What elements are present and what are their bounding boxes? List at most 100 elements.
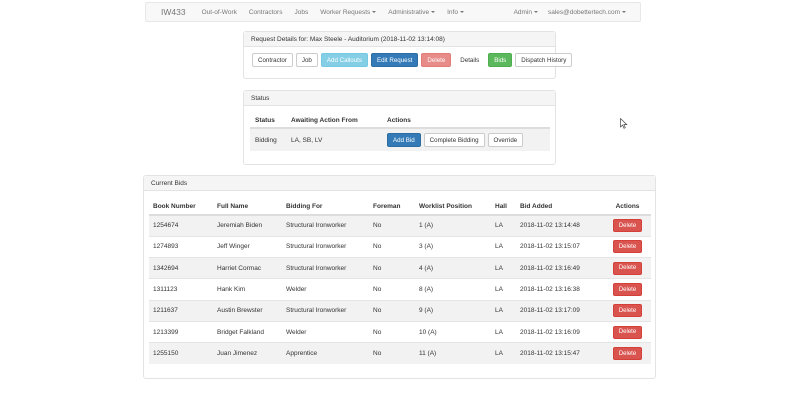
bid-added-cell: 2018-11-02 13:15:07 (516, 235, 604, 258)
status-table: Status Awaiting Action From Actions Bidd… (250, 113, 550, 151)
actions-cell: Delete (604, 342, 651, 365)
actions-cell: Delete (604, 257, 651, 279)
status-header-row: Status Awaiting Action From Actions (250, 113, 550, 129)
worklist-position-cell: 9 (A) (415, 299, 491, 322)
bidding-for-col-header: Bidding For (282, 198, 369, 216)
full-name-cell: Austin Brewster (213, 299, 282, 322)
bids-body: 1254674 Jeremiah Biden Structural Ironwo… (149, 214, 651, 365)
full-name-col-header: Full Name (213, 198, 282, 216)
bid-added-cell: 2018-11-02 13:16:09 (516, 320, 604, 343)
hall-col-header: Hall (491, 198, 516, 216)
book-number-cell: 1211637 (149, 299, 213, 322)
nav-admin-dropdown[interactable]: Admin (514, 9, 538, 16)
delete-bid-button[interactable]: Delete (612, 304, 643, 318)
full-name-cell: Hank Kim (213, 278, 282, 301)
job-button[interactable]: Job (295, 53, 318, 67)
full-name-cell: Juan Jimenez (213, 342, 282, 365)
worklist-position-cell: 8 (A) (415, 278, 491, 301)
status-panel: Status Status Awaiting Action From Actio… (243, 90, 556, 165)
table-row: 1311123 Hank Kim Welder No 8 (A) LA 2018… (149, 278, 651, 301)
foreman-cell: No (369, 299, 415, 322)
foreman-cell: No (369, 320, 415, 343)
book-number-cell: 1254674 (149, 214, 213, 237)
actions-cell: Delete (604, 278, 651, 301)
delete-bid-button[interactable]: Delete (612, 325, 643, 339)
dispatch-history-button[interactable]: Dispatch History (515, 53, 573, 67)
foreman-cell: No (369, 342, 415, 365)
status-col-header: Status (250, 113, 286, 129)
contractor-button[interactable]: Contractor (252, 53, 293, 67)
current-bids-heading: Current Bids (144, 176, 655, 191)
foreman-cell: No (369, 235, 415, 258)
bidding-for-cell: Structural Ironworker (282, 257, 369, 279)
bidding-for-cell: Welder (282, 278, 369, 301)
bids-button[interactable]: Bids (488, 53, 513, 67)
actions-cell: Delete (604, 214, 651, 237)
book-number-col-header: Book Number (149, 198, 213, 216)
bid-added-cell: 2018-11-02 13:14:48 (516, 214, 604, 237)
delete-request-button[interactable]: Delete (421, 53, 452, 67)
worklist-position-cell: 4 (A) (415, 257, 491, 279)
nav-contractors[interactable]: Contractors (249, 9, 283, 16)
status-value: Bidding (250, 128, 286, 151)
nav-out-of-work[interactable]: Out-of-Work (202, 9, 237, 16)
delete-bid-button[interactable]: Delete (612, 283, 643, 297)
caret-down-icon (431, 10, 436, 13)
worklist-position-cell: 10 (A) (415, 320, 491, 343)
caret-down-icon (622, 10, 626, 13)
current-bids-panel: Current Bids Book Number Full Name Biddi… (143, 175, 656, 379)
bidding-for-cell: Welder (282, 320, 369, 343)
hall-cell: LA (491, 342, 516, 365)
hall-cell: LA (491, 278, 516, 301)
details-button[interactable]: Details (454, 53, 485, 67)
override-button[interactable]: Override (487, 133, 524, 147)
add-callouts-button[interactable]: Add Callouts (320, 53, 368, 67)
nav-worker-requests-dropdown[interactable]: Worker Requests (320, 8, 377, 16)
nav-worker-requests-label: Worker Requests (320, 8, 371, 16)
bidding-for-cell: Apprentice (282, 342, 369, 365)
bid-added-cell: 2018-11-02 13:15:47 (516, 342, 604, 365)
request-button-group: Contractor Job Add Callouts Edit Request… (244, 47, 573, 67)
bids-table: Book Number Full Name Bidding For Forema… (149, 198, 651, 365)
delete-bid-button[interactable]: Delete (612, 347, 643, 361)
table-row: 1255150 Juan Jimenez Apprentice No 11 (A… (149, 342, 651, 365)
bidding-for-cell: Structural Ironworker (282, 299, 369, 322)
nav-user-dropdown[interactable]: sales@dobettertech.com (548, 9, 626, 16)
request-details-heading: Request Details for: Max Steele - Audito… (244, 32, 555, 47)
actions-cell: Delete (604, 299, 651, 322)
awaiting-value: LA, SB, LV (286, 128, 382, 151)
add-bid-button[interactable]: Add Bid (387, 133, 421, 147)
nav-info-label: Info (447, 8, 458, 16)
full-name-cell: Jeremiah Biden (213, 214, 282, 237)
full-name-cell: Bridget Falkland (213, 320, 282, 343)
edit-request-button[interactable]: Edit Request (370, 53, 419, 67)
status-row: Bidding LA, SB, LV Add Bid Complete Bidd… (250, 128, 550, 151)
status-heading: Status (244, 91, 555, 106)
actions-cell: Delete (604, 320, 651, 343)
bids-actions-col-header: Actions (604, 198, 651, 216)
complete-bidding-button[interactable]: Complete Bidding (423, 133, 485, 147)
brand-logo[interactable]: IW433 (161, 7, 186, 17)
delete-bid-button[interactable]: Delete (612, 261, 643, 275)
delete-bid-button[interactable]: Delete (612, 219, 643, 233)
nav-info-dropdown[interactable]: Info (447, 9, 464, 16)
book-number-cell: 1213399 (149, 320, 213, 343)
book-number-cell: 1255150 (149, 342, 213, 365)
bidding-for-cell: Structural Ironworker (282, 214, 369, 237)
nav-administrative-dropdown[interactable]: Administrative (388, 9, 436, 16)
actions-cell: Delete (604, 235, 651, 258)
bid-added-cell: 2018-11-02 13:17:09 (516, 299, 604, 322)
hall-cell: LA (491, 299, 516, 322)
book-number-cell: 1311123 (149, 278, 213, 301)
table-row: 1254674 Jeremiah Biden Structural Ironwo… (149, 214, 651, 237)
nav-right: Admin sales@dobettertech.com (514, 9, 636, 16)
nav-jobs[interactable]: Jobs (294, 9, 308, 16)
awaiting-col-header: Awaiting Action From (286, 113, 382, 129)
delete-bid-button[interactable]: Delete (612, 240, 643, 254)
bid-added-cell: 2018-11-02 13:16:38 (516, 278, 604, 301)
nav-admin-label: Admin (513, 8, 532, 16)
worklist-position-cell: 3 (A) (415, 235, 491, 258)
book-number-cell: 1342694 (149, 257, 213, 279)
caret-down-icon (372, 10, 377, 13)
caret-down-icon (459, 10, 464, 13)
